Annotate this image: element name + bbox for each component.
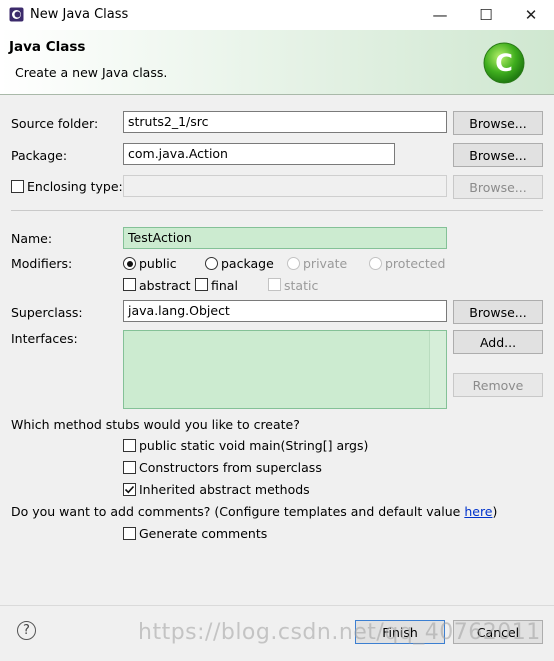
comments-question-text: Do you want to add comments? (Configure … bbox=[11, 504, 461, 519]
add-interface-button[interactable]: Add... bbox=[453, 330, 543, 354]
interfaces-label: Interfaces: bbox=[11, 331, 78, 346]
static-label: static bbox=[284, 278, 319, 293]
package-label: Package: bbox=[11, 148, 68, 163]
name-input[interactable]: TestAction bbox=[123, 227, 447, 249]
main-method-label: public static void main(String[] args) bbox=[139, 438, 369, 453]
configure-templates-link[interactable]: here bbox=[464, 504, 492, 519]
comments-question: Do you want to add comments? (Configure … bbox=[11, 504, 497, 519]
eclipse-icon bbox=[9, 7, 24, 22]
enclosing-type-label: Enclosing type: bbox=[27, 179, 123, 194]
minimize-button[interactable]: — bbox=[417, 0, 463, 30]
generate-comments-label: Generate comments bbox=[139, 526, 268, 541]
watermark: https://blog.csdn.net/qq_40762011 bbox=[138, 620, 541, 645]
superclass-browse-button[interactable]: Browse... bbox=[453, 300, 543, 324]
comments-question-close: ) bbox=[492, 504, 498, 519]
close-button[interactable]: ✕ bbox=[508, 0, 554, 30]
window-title: New Java Class bbox=[30, 7, 129, 22]
constructors-label: Constructors from superclass bbox=[139, 460, 322, 475]
java-class-icon: C bbox=[482, 41, 526, 85]
abstract-checkbox[interactable] bbox=[123, 278, 136, 291]
separator bbox=[11, 210, 543, 211]
private-label: private bbox=[303, 256, 348, 271]
banner-description: Create a new Java class. bbox=[15, 65, 168, 80]
remove-interface-button[interactable]: Remove bbox=[453, 373, 543, 397]
radio-selected-dot bbox=[126, 260, 133, 267]
protected-radio[interactable] bbox=[369, 257, 382, 270]
source-folder-label: Source folder: bbox=[11, 116, 99, 131]
source-folder-browse-button[interactable]: Browse... bbox=[453, 111, 543, 135]
enclosing-type-browse-button[interactable]: Browse... bbox=[453, 175, 543, 199]
main-method-checkbox[interactable] bbox=[123, 439, 136, 452]
name-label: Name: bbox=[11, 231, 53, 246]
enclosing-type-input[interactable] bbox=[123, 175, 447, 197]
inherited-methods-checkbox[interactable] bbox=[123, 483, 136, 496]
inherited-methods-label: Inherited abstract methods bbox=[139, 482, 310, 497]
final-label: final bbox=[211, 278, 238, 293]
public-label: public bbox=[139, 256, 177, 271]
maximize-button[interactable]: ☐ bbox=[463, 0, 509, 30]
private-radio[interactable] bbox=[287, 257, 300, 270]
package-modifier-label: package bbox=[221, 256, 274, 271]
superclass-label: Superclass: bbox=[11, 305, 83, 320]
static-checkbox[interactable] bbox=[268, 278, 281, 291]
icon-letter: C bbox=[495, 49, 513, 77]
footer-separator bbox=[0, 605, 554, 606]
method-stubs-question: Which method stubs would you like to cre… bbox=[11, 417, 300, 432]
package-radio[interactable] bbox=[205, 257, 218, 270]
source-folder-input[interactable]: struts2_1/src bbox=[123, 111, 447, 133]
banner-title: Java Class bbox=[9, 39, 86, 55]
public-radio[interactable] bbox=[123, 257, 136, 270]
help-icon[interactable]: ? bbox=[17, 621, 36, 640]
package-browse-button[interactable]: Browse... bbox=[453, 143, 543, 167]
checkmark-icon bbox=[124, 485, 135, 494]
constructors-checkbox[interactable] bbox=[123, 461, 136, 474]
protected-label: protected bbox=[385, 256, 446, 271]
interfaces-scrollbar[interactable] bbox=[429, 331, 446, 408]
package-input[interactable]: com.java.Action bbox=[123, 143, 395, 165]
abstract-label: abstract bbox=[139, 278, 191, 293]
final-checkbox[interactable] bbox=[195, 278, 208, 291]
superclass-input[interactable]: java.lang.Object bbox=[123, 300, 447, 322]
enclosing-type-checkbox[interactable] bbox=[11, 180, 24, 193]
interfaces-list[interactable] bbox=[123, 330, 447, 409]
generate-comments-checkbox[interactable] bbox=[123, 527, 136, 540]
modifiers-label: Modifiers: bbox=[11, 256, 73, 271]
